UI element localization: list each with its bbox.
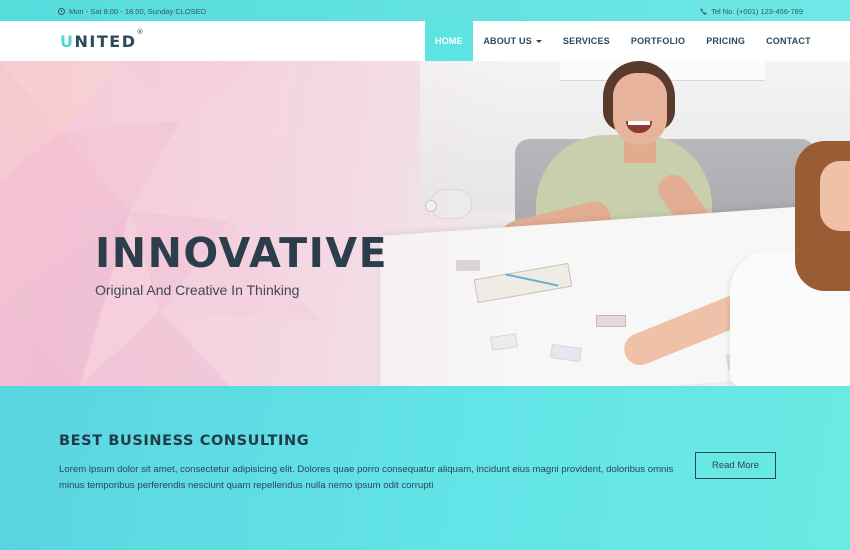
nav-item-services[interactable]: SERVICES — [552, 21, 620, 61]
nav-item-home[interactable]: HOME — [425, 21, 473, 61]
section-heading: BEST BUSINESS CONSULTING — [59, 433, 310, 449]
nav-item-portfolio[interactable]: PORTFOLIO — [620, 21, 695, 61]
phone-info: Tel No. (+001) 123-456-789 — [700, 7, 803, 16]
consulting-section: BEST BUSINESS CONSULTING Lorem ipsum dol… — [0, 386, 850, 550]
hero-title: INNOVATIVE — [95, 229, 389, 277]
hero-banner: INNOVATIVE Original And Creative In Thin… — [0, 61, 850, 386]
nav-item-about-us-label: ABOUT US — [483, 36, 532, 46]
section-body: Lorem ipsum dolor sit amet, consectetur … — [59, 464, 674, 491]
nav-item-pricing[interactable]: PRICING — [696, 21, 756, 61]
opening-hours: Mon - Sat 8.00 - 18.00, Sunday CLOSED — [58, 7, 206, 16]
hero-overlay — [0, 61, 850, 386]
read-more-button[interactable]: Read More — [695, 452, 776, 479]
site-logo[interactable]: UNITED ® — [60, 28, 143, 51]
main-navbar: UNITED ® HOME ABOUT US SERVICES PORTFOLIO… — [0, 21, 850, 61]
logo-initial: U — [60, 32, 75, 51]
opening-hours-text: Mon - Sat 8.00 - 18.00, Sunday CLOSED — [69, 7, 207, 16]
clock-icon — [58, 8, 65, 15]
hero-subtitle: Original And Creative In Thinking — [95, 282, 300, 298]
logo-rest: NITED — [74, 32, 137, 51]
main-nav: HOME ABOUT US SERVICES PORTFOLIO PRICING… — [425, 21, 821, 61]
nav-item-contact[interactable]: CONTACT — [756, 21, 822, 61]
top-info-bar: Mon - Sat 8.00 - 18.00, Sunday CLOSED Te… — [0, 0, 850, 21]
phone-text: Tel No. (+001) 123-456-789 — [711, 7, 803, 16]
chevron-down-icon — [535, 39, 542, 43]
nav-item-about-us[interactable]: ABOUT US — [473, 21, 553, 61]
registered-mark: ® — [136, 28, 144, 36]
phone-icon — [700, 8, 707, 15]
